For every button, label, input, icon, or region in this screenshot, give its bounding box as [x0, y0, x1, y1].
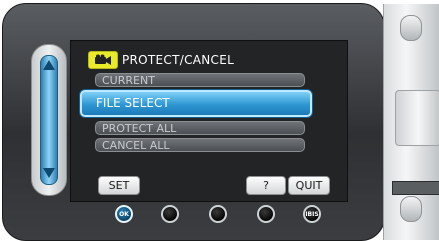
hinge-slot — [395, 90, 439, 146]
menu-item-current[interactable]: CURRENT — [95, 73, 305, 87]
menu-title: PROTECT/CANCEL — [88, 50, 234, 70]
menu-item-cancel-all[interactable]: CANCEL ALL — [95, 138, 305, 152]
page-title: PROTECT/CANCEL — [122, 53, 235, 67]
touch-slider-track[interactable] — [40, 55, 58, 185]
hardware-button-4[interactable] — [257, 205, 275, 223]
hardware-button-3[interactable] — [209, 205, 227, 223]
menu-item-file-select[interactable]: FILE SELECT — [80, 90, 312, 117]
slider-down-arrow-icon[interactable] — [43, 168, 55, 178]
video-mode-icon — [88, 51, 118, 69]
set-button[interactable]: SET — [98, 176, 140, 195]
menu-item-protect-all[interactable]: PROTECT ALL — [95, 121, 305, 135]
ibis-button-label: IBIS — [305, 210, 319, 218]
camcorder-glyph — [95, 54, 111, 65]
hardware-button-2[interactable] — [161, 205, 179, 223]
quit-button[interactable]: QUIT — [288, 176, 330, 195]
help-button[interactable]: ? — [246, 176, 286, 195]
hinge-bottom-screw-icon — [400, 196, 422, 222]
hinge-top-screw-icon — [400, 15, 422, 41]
ok-button-label: OK — [119, 210, 129, 218]
slider-up-arrow-icon[interactable] — [43, 60, 55, 70]
hinge-bar — [392, 181, 439, 195]
